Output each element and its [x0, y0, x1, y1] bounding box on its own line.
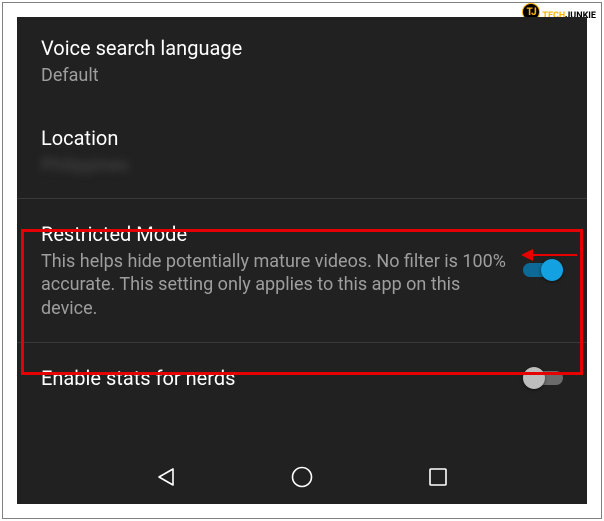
setting-title: Location	[41, 125, 563, 152]
setting-title: Enable stats for nerds	[41, 365, 507, 392]
nav-home-button[interactable]	[289, 464, 315, 490]
stats-for-nerds-toggle[interactable]	[523, 367, 563, 389]
setting-value: Default	[41, 64, 563, 87]
settings-list: Voice search language Default Location P…	[17, 17, 587, 452]
restricted-mode-toggle[interactable]	[523, 259, 563, 281]
setting-voice-search-language[interactable]: Voice search language Default	[17, 17, 587, 107]
phone-screen: Voice search language Default Location P…	[17, 17, 587, 504]
square-recent-icon	[428, 467, 448, 487]
setting-title: Restricted Mode	[41, 221, 507, 248]
nav-back-button[interactable]	[153, 464, 179, 490]
setting-title: Voice search language	[41, 35, 563, 62]
setting-stats-for-nerds[interactable]: Enable stats for nerds	[17, 343, 587, 412]
setting-description: This helps hide potentially mature video…	[41, 250, 507, 320]
setting-restricted-mode[interactable]: Restricted Mode This helps hide potentia…	[17, 199, 587, 342]
setting-value-blurred: Philippines	[41, 154, 563, 177]
nav-bar	[17, 452, 587, 504]
nav-recent-button[interactable]	[425, 464, 451, 490]
setting-location[interactable]: Location Philippines	[17, 107, 587, 197]
triangle-back-icon	[155, 466, 177, 488]
circle-home-icon	[290, 465, 314, 489]
